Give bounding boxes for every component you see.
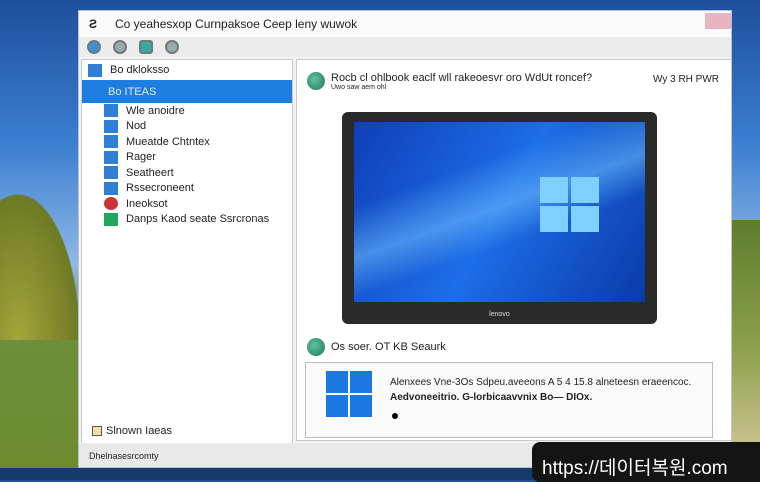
sidebar-item-label: Rssecroneent <box>126 182 194 195</box>
sidebar-header[interactable]: Bo dkloksso <box>82 60 292 80</box>
app-window: Ƨ Co yeahesxop Curnpaksoe Ceep leny wuwo… <box>78 10 732 468</box>
globe-icon <box>307 338 325 356</box>
window-title: Co yeahesxop Curnpaksoe Ceep leny wuwok <box>115 17 358 31</box>
sidebar-item-label: Rager <box>126 151 156 164</box>
desktop-hill <box>0 170 90 340</box>
section-header: Os soer. OT KB Seaurk <box>307 338 446 356</box>
info-line: Aedvoneeitrio. G-lorbicaavvnix Bo— DIOx. <box>390 392 593 403</box>
windows-logo-icon <box>326 371 372 417</box>
sidebar-footer-label: Slnown Iaeas <box>106 425 173 437</box>
section-title: Os soer. OT KB Seaurk <box>331 341 446 353</box>
shield-icon <box>104 212 118 226</box>
sidebar-item-label: Wle anoidre <box>126 104 185 117</box>
sidebar-item-label: Nod <box>126 120 147 133</box>
sidebar-item-label: Mueatde Chtntex <box>126 135 210 148</box>
sidebar-item[interactable]: Nod <box>82 119 292 135</box>
item-icon <box>104 104 118 118</box>
info-box: Alenxees Vne-3Os Sdpeu.aveeons A 5 4 15.… <box>305 362 713 438</box>
close-button[interactable] <box>705 13 731 29</box>
laptop-screen <box>354 122 645 302</box>
back-icon[interactable] <box>87 40 101 54</box>
bullet-icon <box>392 413 398 419</box>
item-icon <box>104 135 118 149</box>
folder-icon <box>88 63 102 77</box>
title-bar: Ƨ Co yeahesxop Curnpaksoe Ceep leny wuwo… <box>79 11 731 37</box>
windows-logo-icon <box>540 177 599 232</box>
sidebar-footer[interactable]: Slnown Iaeas <box>92 425 172 437</box>
main-header: Rocb cl ohlbook eaclf wll rakeoesvr oro … <box>307 72 592 91</box>
main-pane: Rocb cl ohlbook eaclf wll rakeoesvr oro … <box>296 59 732 441</box>
toolbar <box>79 37 731 57</box>
main-header-subtitle: Uwo saw aem ohl <box>331 84 387 91</box>
sidebar-item-label: Danps Kaod seate Ssrcronas <box>126 213 270 226</box>
sidebar-header-label: Bo dkloksso <box>110 64 170 76</box>
laptop-image: lenovo <box>342 112 657 324</box>
sidebar-item[interactable]: Ineoksot <box>82 196 292 212</box>
sidebar-item-label: Seatheert <box>126 166 174 179</box>
settings-icon[interactable] <box>165 40 179 54</box>
sidebar-item[interactable]: Seatheert <box>82 165 292 181</box>
main-header-right: Wy 3 RH PWR <box>652 74 719 85</box>
device-icon[interactable] <box>139 40 153 54</box>
item-icon <box>104 181 118 195</box>
sidebar-item-label: Ineoksot <box>126 197 168 210</box>
laptop-brand: lenovo <box>489 311 510 318</box>
forward-icon[interactable] <box>113 40 127 54</box>
globe-icon <box>307 72 325 90</box>
note-icon <box>92 426 102 436</box>
app-icon: Ƨ <box>89 17 98 31</box>
item-icon <box>104 150 118 164</box>
sidebar-item[interactable]: Rager <box>82 150 292 166</box>
sidebar-item[interactable]: Wle anoidre <box>82 103 292 119</box>
sidebar-item[interactable]: Rssecroneent <box>82 181 292 197</box>
sidebar: Bo dkloksso Bo ITEAS Wle anoidre Nod Mue… <box>81 59 293 444</box>
main-header-title: Rocb cl ohlbook eaclf wll rakeoesvr oro … <box>331 72 593 84</box>
item-icon <box>104 166 118 180</box>
item-icon <box>104 119 118 133</box>
sidebar-item[interactable]: Danps Kaod seate Ssrcronas <box>82 212 292 228</box>
sidebar-item-selected[interactable]: Bo ITEAS <box>82 80 292 103</box>
info-line: Alenxees Vne-3Os Sdpeu.aveeons A 5 4 15.… <box>390 377 692 388</box>
watermark: https://데이터복원.com <box>532 442 760 482</box>
sidebar-item-label: Bo ITEAS <box>108 85 157 98</box>
sidebar-item[interactable]: Mueatde Chtntex <box>82 134 292 150</box>
record-icon <box>104 197 118 211</box>
